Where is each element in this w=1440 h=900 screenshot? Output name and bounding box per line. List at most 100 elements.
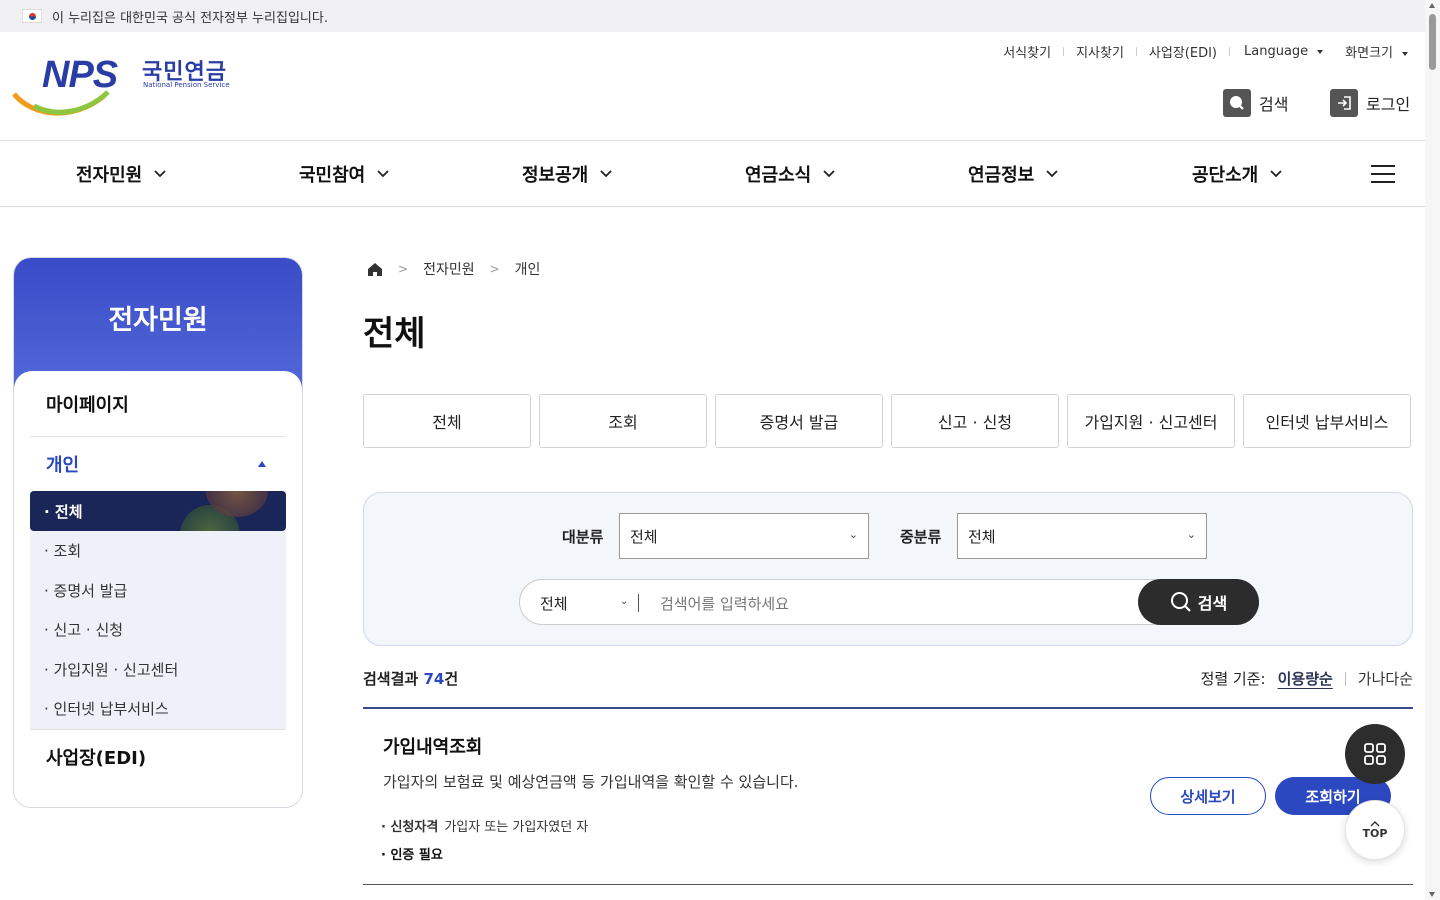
nav-item-participation[interactable]: 국민참여 [299,141,389,207]
caret-down-icon [1402,51,1408,56]
login-icon [1330,89,1358,117]
result-count: 검색결과 74건 [363,668,458,689]
sort-by-usage[interactable]: 이용량순 [1278,668,1333,689]
search-icon [1223,89,1251,117]
korea-flag-icon [22,9,42,23]
tab-support-center[interactable]: 가입지원 · 신고센터 [1067,394,1235,448]
divider [1229,47,1230,56]
minor-category-label: 중분류 [900,528,942,546]
header-search-button[interactable]: 검색 [1223,89,1288,117]
sort-label: 정렬 기준: [1200,670,1266,688]
collapse-arrow-icon [258,461,266,467]
chevron-down-icon [600,170,612,178]
chevron-down-icon [1270,170,1282,178]
utility-links: 서식찾기 지사찾기 사업장(EDI) Language 화면크기 [1003,42,1408,61]
filter-panel: 대분류 전체 ⌄ 중분류 전체 ⌄ 전체 ⌄ 검색어를 입력하세요 검색 [363,492,1413,646]
font-size-select[interactable]: 화면크기 [1345,42,1408,61]
nav-item-civil-service[interactable]: 전자민원 [76,141,166,207]
header: NPS 국민연금 National Pension Service 서식찾기 지… [0,32,1425,141]
tab-online-payment[interactable]: 인터넷 납부서비스 [1243,394,1411,448]
nav-label: 정보공개 [522,165,589,186]
select-value: 전체 [630,527,658,546]
logo-abbr: NPS [42,54,118,96]
service-description: 가입자의 보험료 및 예상연금액 등 가입내역을 확인할 수 있습니다. [383,773,799,791]
quick-menu-button[interactable] [1345,724,1405,784]
util-link-branches[interactable]: 지사찾기 [1076,42,1124,61]
divider [1344,671,1346,686]
language-select[interactable]: Language [1244,44,1324,59]
search-button[interactable]: 검색 [1138,579,1259,625]
divider [363,884,1413,885]
grid-menu-icon [1364,743,1386,765]
tab-report[interactable]: 신고 · 신청 [891,394,1059,448]
breadcrumb-item[interactable]: 전자민원 [423,259,475,279]
scrollbar-thumb[interactable] [1429,14,1436,70]
sidebar-submenu: · 전체 · 조회 · 증명서 발급 · 신고 · 신청 · 가입지원 · 신고… [30,491,286,729]
sidebar: 전자민원 마이페이지 개인 · 전체 · 조회 · 증명서 발급 · 신고 · … [13,257,303,808]
login-button[interactable]: 로그인 [1330,89,1410,117]
minor-category-select[interactable]: 전체 ⌄ [957,513,1207,559]
hamburger-menu-icon[interactable] [1371,165,1395,183]
home-icon[interactable] [367,262,383,277]
eligibility-value: 가입자 또는 가입자였던 자 [444,820,589,835]
eligibility-label: · 신청자격 [381,820,439,835]
breadcrumb-item[interactable]: 개인 [515,259,541,279]
result-number: 74 [423,670,445,688]
sidebar-subitem-online-payment[interactable]: · 인터넷 납부서비스 [30,689,286,729]
gov-banner: 이 누리집은 대한민국 공식 전자정부 누리집입니다. [0,0,1425,32]
util-link-forms[interactable]: 서식찾기 [1003,42,1051,61]
tab-certificate[interactable]: 증명서 발급 [715,394,883,448]
search-category-select[interactable]: 전체 [540,593,568,614]
tab-all[interactable]: 전체 [363,394,531,448]
sidebar-subitem-all[interactable]: · 전체 [30,491,286,531]
logo-name-en: National Pension Service [143,81,230,89]
service-eligibility: · 신청자격 가입자 또는 가입자였던 자 [381,816,588,835]
sidebar-subitem-report[interactable]: · 신고 · 신청 [30,610,286,650]
service-title[interactable]: 가입내역조회 [383,733,482,759]
sidebar-item-edi[interactable]: 사업장(EDI) [30,728,286,785]
select-value: 전체 [968,527,996,546]
util-link-edi[interactable]: 사업장(EDI) [1149,42,1217,61]
sidebar-item-personal[interactable]: 개인 [30,437,286,491]
chevron-down-icon: ⌄ [848,528,858,541]
sidebar-subitem-certificate[interactable]: · 증명서 발급 [30,571,286,611]
chevron-down-icon [1046,170,1058,178]
page-scrollbar[interactable] [1425,0,1440,900]
caret-down-icon [1317,49,1324,54]
sidebar-item-label: 개인 [46,455,80,476]
nav-item-pension-news[interactable]: 연금소식 [745,141,835,207]
nav-label: 전자민원 [76,165,143,186]
nav-label: 국민참여 [299,165,366,186]
gov-banner-text: 이 누리집은 대한민국 공식 전자정부 누리집입니다. [52,10,328,26]
divider [638,594,639,612]
sidebar-subitem-support-center[interactable]: · 가입지원 · 신고센터 [30,650,286,690]
nav-label: 연금소식 [745,165,812,186]
search-input[interactable]: 검색어를 입력하세요 [660,593,789,614]
sidebar-subitem-inquiry[interactable]: · 조회 [30,531,286,571]
sidebar-item-mypage[interactable]: 마이페이지 [30,371,286,437]
breadcrumb-separator-icon: > [489,262,500,276]
nav-label: 연금정보 [968,165,1035,186]
sidebar-menu: 마이페이지 개인 · 전체 · 조회 · 증명서 발급 · 신고 · 신청 · … [14,371,302,807]
chevron-down-icon: ⌄ [1186,528,1196,541]
page-title: 전체 [363,314,426,354]
breadcrumb-separator-icon: > [398,262,409,276]
major-category-select[interactable]: 전체 ⌄ [619,513,869,559]
major-category-label: 대분류 [562,528,604,546]
search-button-label: 검색 [1197,594,1228,613]
sidebar-title: 전자민원 [14,258,302,388]
nav-item-pension-info[interactable]: 연금정보 [968,141,1058,207]
nav-item-disclosure[interactable]: 정보공개 [522,141,612,207]
scroll-top-button[interactable]: TOP [1345,800,1405,860]
chevron-down-icon [823,170,835,178]
scroll-up-arrow-icon[interactable] [1429,3,1435,8]
nps-logo[interactable]: NPS 국민연금 National Pension Service [12,52,242,118]
tab-inquiry[interactable]: 조회 [539,394,707,448]
nav-label: 공단소개 [1192,165,1259,186]
sort-by-alpha[interactable]: 가나다순 [1358,668,1413,689]
login-label: 로그인 [1366,95,1411,114]
service-auth-required: · 인증 필요 [381,848,443,863]
detail-button[interactable]: 상세보기 [1150,777,1266,815]
scroll-down-arrow-icon[interactable] [1429,892,1435,897]
nav-item-about[interactable]: 공단소개 [1192,141,1282,207]
